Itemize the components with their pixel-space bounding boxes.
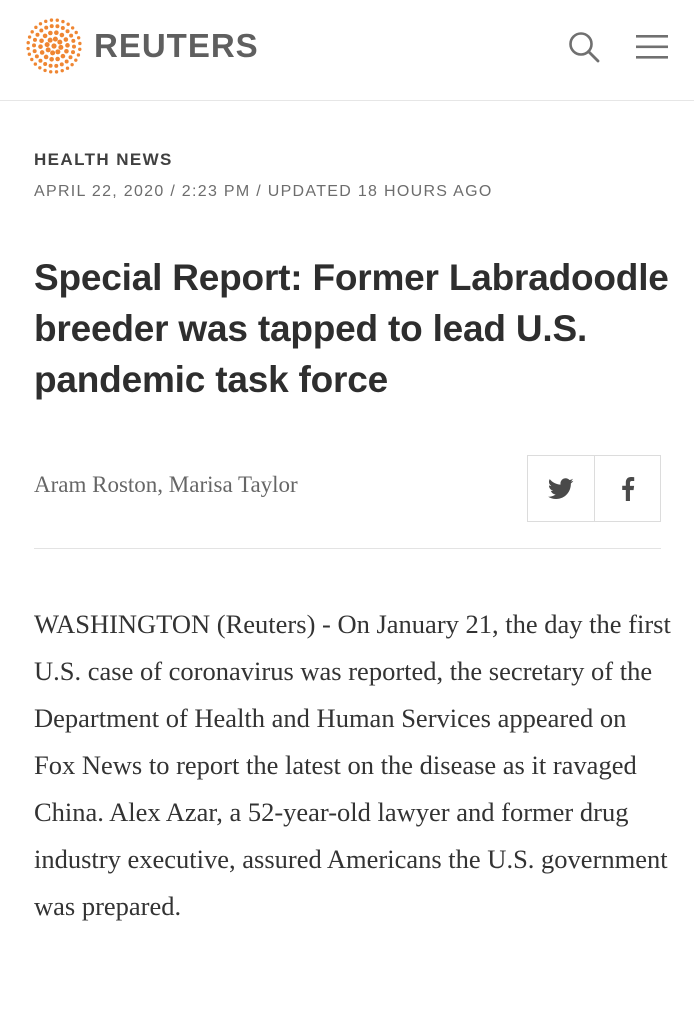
share-facebook-button[interactable] <box>594 456 660 521</box>
reuters-logo-icon[interactable] <box>24 18 84 74</box>
share-twitter-button[interactable] <box>528 456 594 521</box>
article-dateline: APRIL 22, 2020 / 2:23 PM / UPDATED 18 HO… <box>34 183 493 200</box>
section-label[interactable]: HEALTH NEWS <box>34 150 173 170</box>
share-buttons <box>527 455 661 522</box>
divider <box>34 548 661 549</box>
search-icon <box>569 32 600 63</box>
brand-wordmark[interactable]: REUTERS <box>94 26 259 66</box>
twitter-icon <box>548 477 574 499</box>
article-authors[interactable]: Aram Roston, Marisa Taylor <box>34 472 298 498</box>
article-title: Special Report: Former Labradoodle breed… <box>34 257 669 400</box>
site-header: REUTERS <box>0 0 694 101</box>
search-button[interactable] <box>563 26 605 68</box>
menu-button[interactable] <box>631 26 673 68</box>
article-body: WASHINGTON (Reuters) - On January 21, th… <box>34 609 671 921</box>
facebook-icon <box>621 476 634 501</box>
hamburger-menu-icon <box>636 35 668 59</box>
